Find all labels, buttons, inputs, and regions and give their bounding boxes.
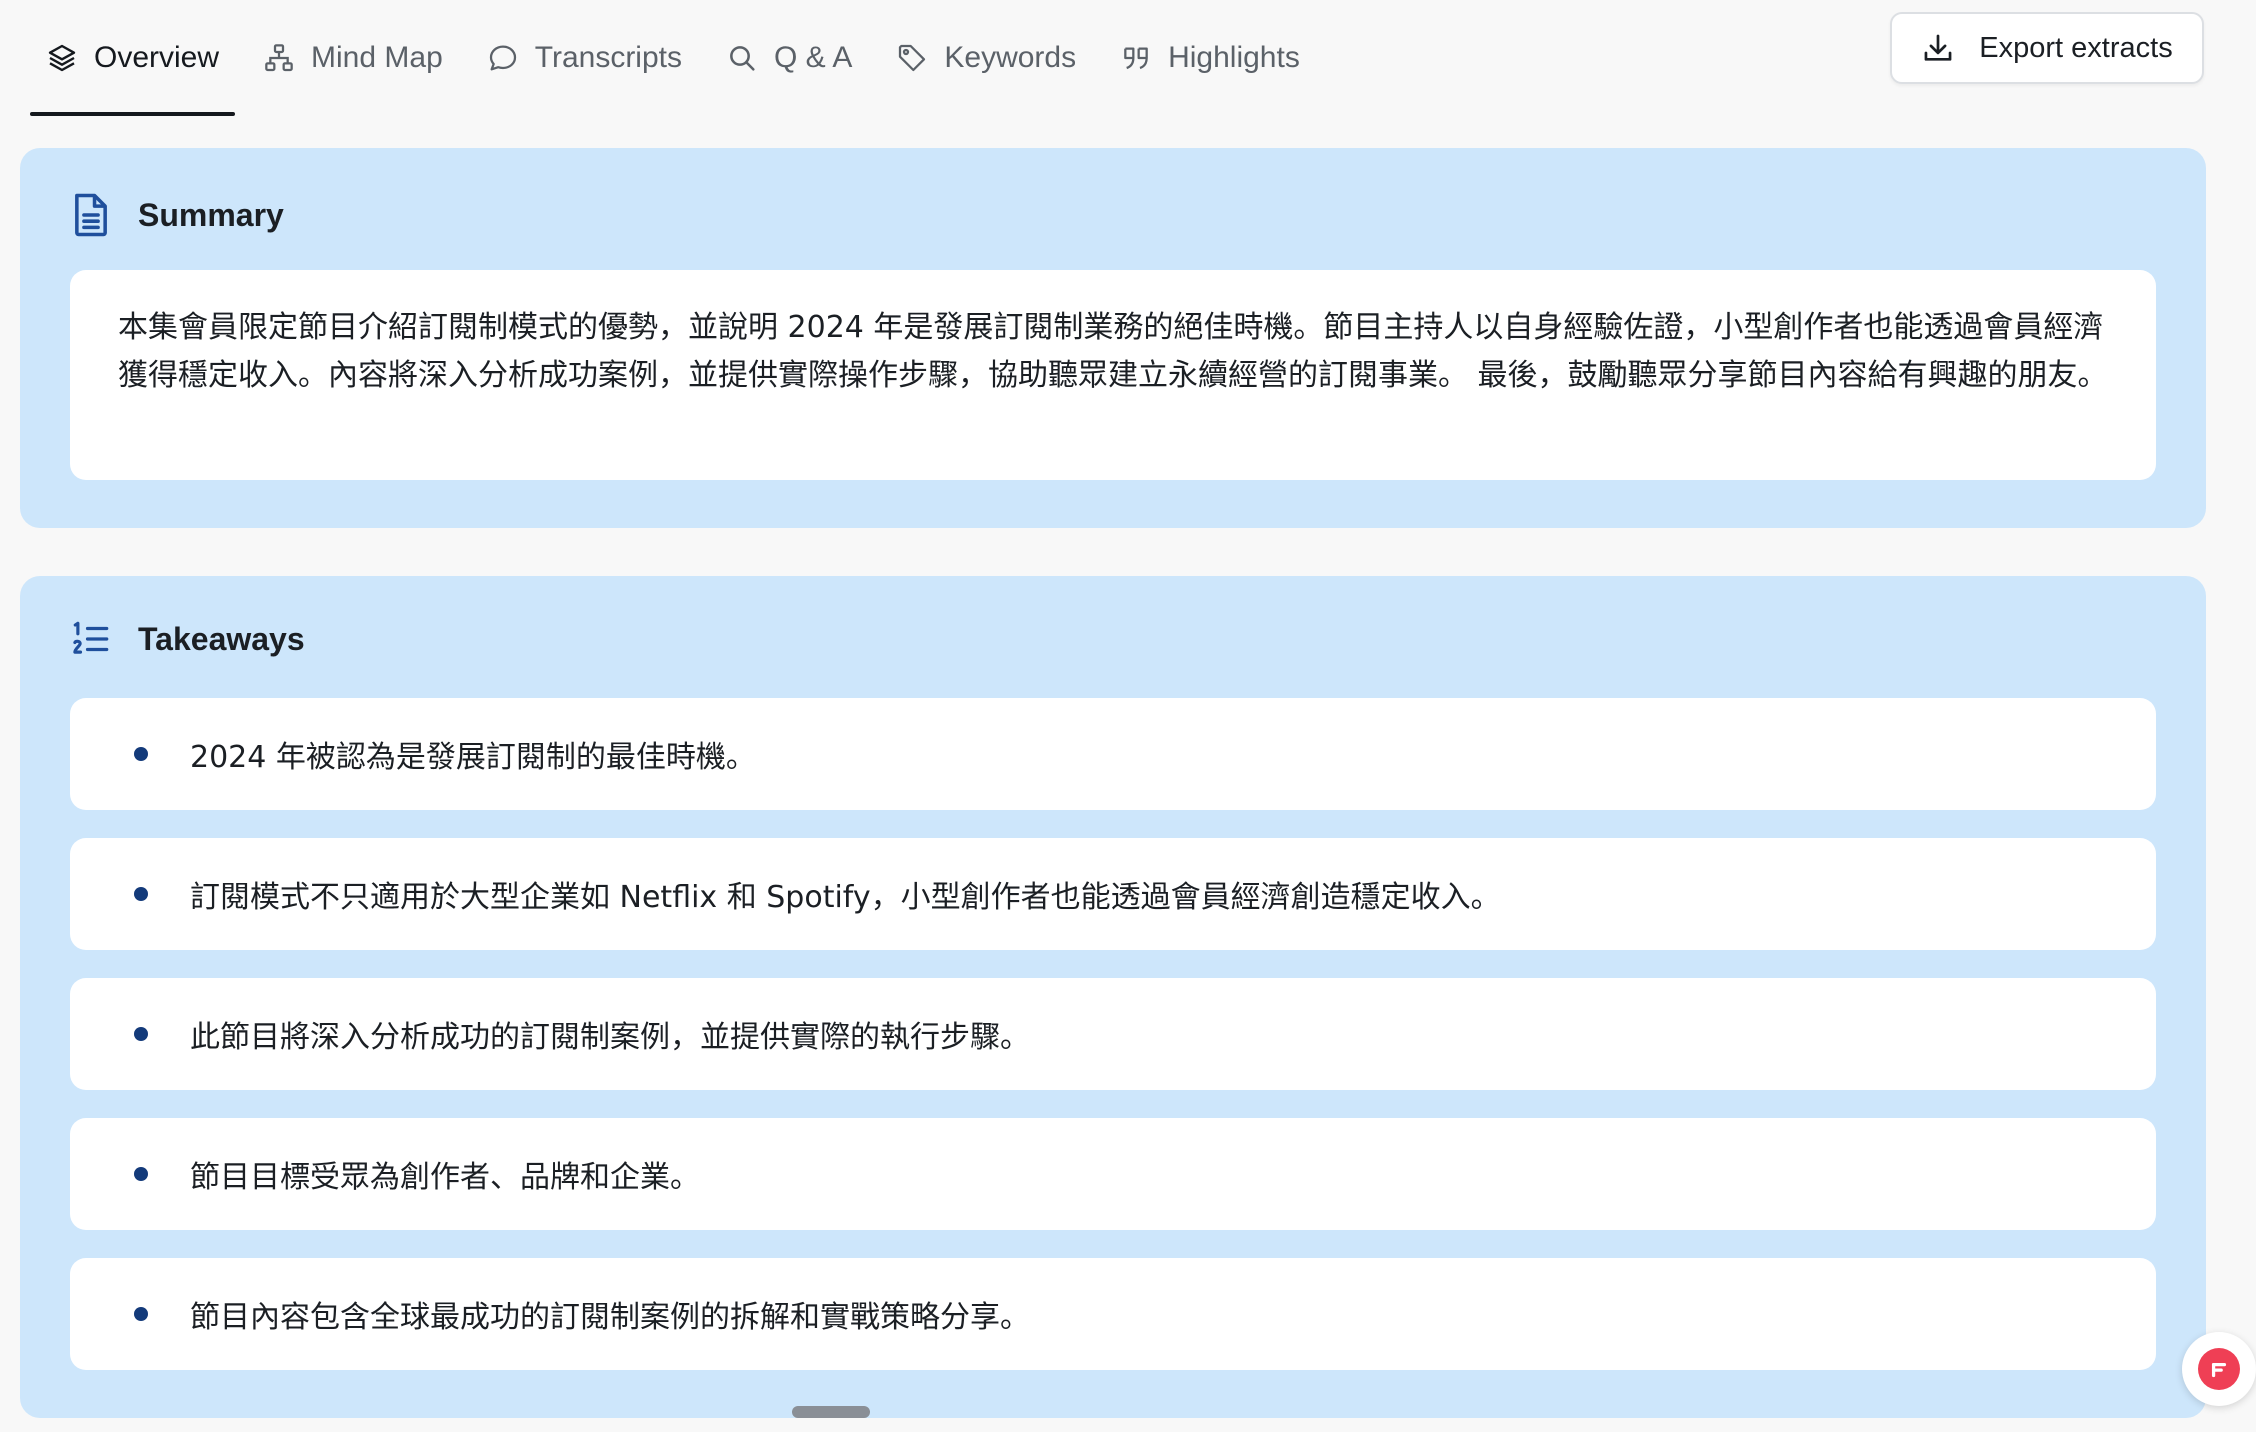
takeaway-text: 節目內容包含全球最成功的訂閱制案例的拆解和實戰策略分享。 bbox=[190, 1300, 1030, 1335]
download-icon bbox=[1924, 34, 1952, 61]
tab-label: Mind Map bbox=[311, 41, 443, 74]
bullet-icon bbox=[134, 747, 148, 761]
scroll-handle[interactable] bbox=[792, 1406, 870, 1418]
takeaway-item: 2024 年被認為是發展訂閱制的最佳時機。 bbox=[70, 698, 2156, 810]
tab-overview[interactable]: Overview bbox=[30, 26, 236, 116]
chat-assistant-button[interactable] bbox=[2182, 1332, 2256, 1406]
tab-bar: Overview Mind Map Transcripts Q & A Keyw… bbox=[30, 26, 1328, 116]
takeaway-text: 訂閱模式不只適用於大型企業如 Netflix 和 Spotify，小型創作者也能… bbox=[190, 880, 1501, 915]
summary-panel: Summary 本集會員限定節目介紹訂閱制模式的優勢，並說明 2024 年是發展… bbox=[20, 148, 2206, 528]
summary-header: Summary bbox=[70, 192, 284, 238]
tab-label: Highlights bbox=[1168, 41, 1300, 74]
takeaways-title: Takeaways bbox=[138, 620, 305, 657]
top-bar: Overview Mind Map Transcripts Q & A Keyw… bbox=[0, 0, 2256, 128]
bullet-icon bbox=[134, 1027, 148, 1041]
tab-label: Keywords bbox=[944, 41, 1077, 74]
quote-icon bbox=[1120, 42, 1168, 74]
chat-bubble-icon bbox=[487, 42, 535, 74]
takeaways-panel: Takeaways 2024 年被認為是發展訂閱制的最佳時機。 訂閱模式不只適用… bbox=[20, 576, 2206, 1418]
tab-qa[interactable]: Q & A bbox=[710, 26, 868, 90]
tab-transcripts[interactable]: Transcripts bbox=[471, 26, 698, 90]
tab-label: Overview bbox=[94, 41, 220, 74]
bullet-icon bbox=[134, 1167, 148, 1181]
takeaway-item: 節目內容包含全球最成功的訂閱制案例的拆解和實戰策略分享。 bbox=[70, 1258, 2156, 1370]
mind-map-icon bbox=[263, 42, 311, 74]
tag-icon bbox=[896, 42, 944, 74]
summary-card: 本集會員限定節目介紹訂閱制模式的優勢，並說明 2024 年是發展訂閱制業務的絕佳… bbox=[70, 270, 2156, 480]
tab-keywords[interactable]: Keywords bbox=[880, 26, 1092, 90]
tab-mind-map[interactable]: Mind Map bbox=[247, 26, 459, 90]
assistant-logo-icon bbox=[2198, 1348, 2240, 1390]
search-icon bbox=[726, 42, 774, 74]
takeaway-text: 此節目將深入分析成功的訂閱制案例，並提供實際的執行步驟。 bbox=[190, 1020, 1030, 1055]
takeaway-item: 此節目將深入分析成功的訂閱制案例，並提供實際的執行步驟。 bbox=[70, 978, 2156, 1090]
layers-icon bbox=[46, 42, 94, 74]
takeaway-text: 2024 年被認為是發展訂閱制的最佳時機。 bbox=[190, 740, 756, 775]
takeaway-item: 訂閱模式不只適用於大型企業如 Netflix 和 Spotify，小型創作者也能… bbox=[70, 838, 2156, 950]
takeaways-header: Takeaways bbox=[70, 616, 305, 662]
document-icon bbox=[75, 193, 107, 237]
summary-title: Summary bbox=[138, 196, 284, 233]
takeaway-text: 節目目標受眾為創作者、品牌和企業。 bbox=[190, 1160, 700, 1195]
takeaway-item: 節目目標受眾為創作者、品牌和企業。 bbox=[70, 1118, 2156, 1230]
bullet-icon bbox=[134, 1307, 148, 1321]
bullet-icon bbox=[134, 887, 148, 901]
tab-label: Transcripts bbox=[534, 41, 682, 74]
tab-label: Q & A bbox=[774, 41, 853, 74]
numbered-list-icon bbox=[73, 621, 109, 654]
export-label: Export extracts bbox=[1979, 31, 2173, 64]
export-extracts-button[interactable]: Export extracts bbox=[1890, 12, 2204, 84]
summary-text: 本集會員限定節目介紹訂閱制模式的優勢，並說明 2024 年是發展訂閱制業務的絕佳… bbox=[118, 310, 2108, 393]
tab-highlights[interactable]: Highlights bbox=[1104, 26, 1316, 90]
